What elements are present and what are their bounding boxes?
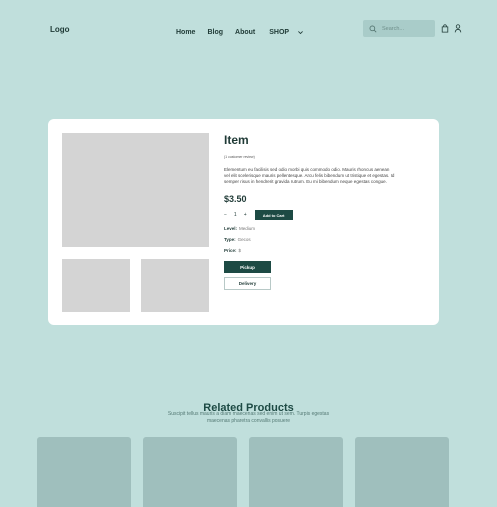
spec-price-label: Price: bbox=[224, 248, 237, 253]
review-count[interactable]: (1 customer review) bbox=[224, 155, 404, 159]
related-products-list bbox=[37, 437, 449, 507]
product-info: Item (1 customer review) Elementum eu fa… bbox=[224, 133, 404, 290]
related-products-subtitle: Suscipit tellus mauris a diam maecenas s… bbox=[167, 411, 330, 424]
pickup-button[interactable]: Pickup bbox=[224, 261, 271, 273]
product-thumbnail-2[interactable] bbox=[141, 259, 209, 312]
delivery-button[interactable]: Delivery bbox=[224, 277, 271, 290]
spec-price-value: $ bbox=[238, 248, 242, 253]
search-icon[interactable] bbox=[369, 25, 377, 33]
nav-blog-label: Blog bbox=[207, 29, 224, 36]
nav-blog[interactable]: Blog bbox=[207, 29, 223, 36]
product-price: $3.50 bbox=[224, 194, 247, 204]
search-bar[interactable]: Search... bbox=[363, 20, 435, 37]
spec-type-label: Type: bbox=[224, 237, 236, 242]
add-to-cart-button[interactable]: Add to Cart bbox=[254, 210, 293, 220]
nav-shop[interactable]: SHOP bbox=[269, 29, 304, 36]
spec-type-value: Gecos bbox=[237, 237, 251, 242]
spec-level-label: Level: bbox=[224, 226, 238, 231]
decrement-button[interactable]: − bbox=[224, 212, 227, 218]
quantity-value[interactable]: 1 bbox=[234, 212, 237, 218]
nav-home[interactable]: Home bbox=[176, 29, 195, 36]
logo[interactable]: Logo bbox=[50, 25, 70, 34]
nav-about-label: About bbox=[235, 29, 256, 36]
product-thumbnail-1[interactable] bbox=[62, 259, 130, 312]
product-title: Item bbox=[224, 133, 249, 147]
increment-button[interactable]: + bbox=[244, 212, 247, 218]
related-product-card[interactable] bbox=[143, 437, 237, 507]
shopping-bag-icon[interactable] bbox=[441, 24, 449, 33]
search-placeholder: Search... bbox=[382, 25, 405, 32]
nav-about[interactable]: About bbox=[235, 29, 255, 36]
quantity-row: − 1 + Add to Cart bbox=[224, 210, 404, 220]
user-icon[interactable] bbox=[454, 24, 462, 33]
main-nav: Home Blog About SHOP bbox=[176, 29, 304, 36]
spec-level: Level: Medium bbox=[224, 226, 404, 231]
spec-price: Price: $ bbox=[224, 248, 404, 253]
related-product-card[interactable] bbox=[37, 437, 131, 507]
product-main-image[interactable] bbox=[62, 133, 209, 247]
spec-type: Type: Gecos bbox=[224, 237, 404, 242]
related-product-card[interactable] bbox=[249, 437, 343, 507]
chevron-down-icon[interactable] bbox=[297, 29, 304, 36]
nav-shop-label: SHOP bbox=[269, 29, 290, 36]
spec-level-value: Medium bbox=[239, 226, 256, 231]
quantity-stepper[interactable]: − 1 + bbox=[224, 210, 247, 220]
product-description: Elementum eu facilisis sed odio morbi qu… bbox=[224, 167, 395, 184]
related-product-card[interactable] bbox=[355, 437, 449, 507]
product-card: Item (1 customer review) Elementum eu fa… bbox=[48, 119, 439, 325]
nav-home-label: Home bbox=[176, 29, 196, 36]
